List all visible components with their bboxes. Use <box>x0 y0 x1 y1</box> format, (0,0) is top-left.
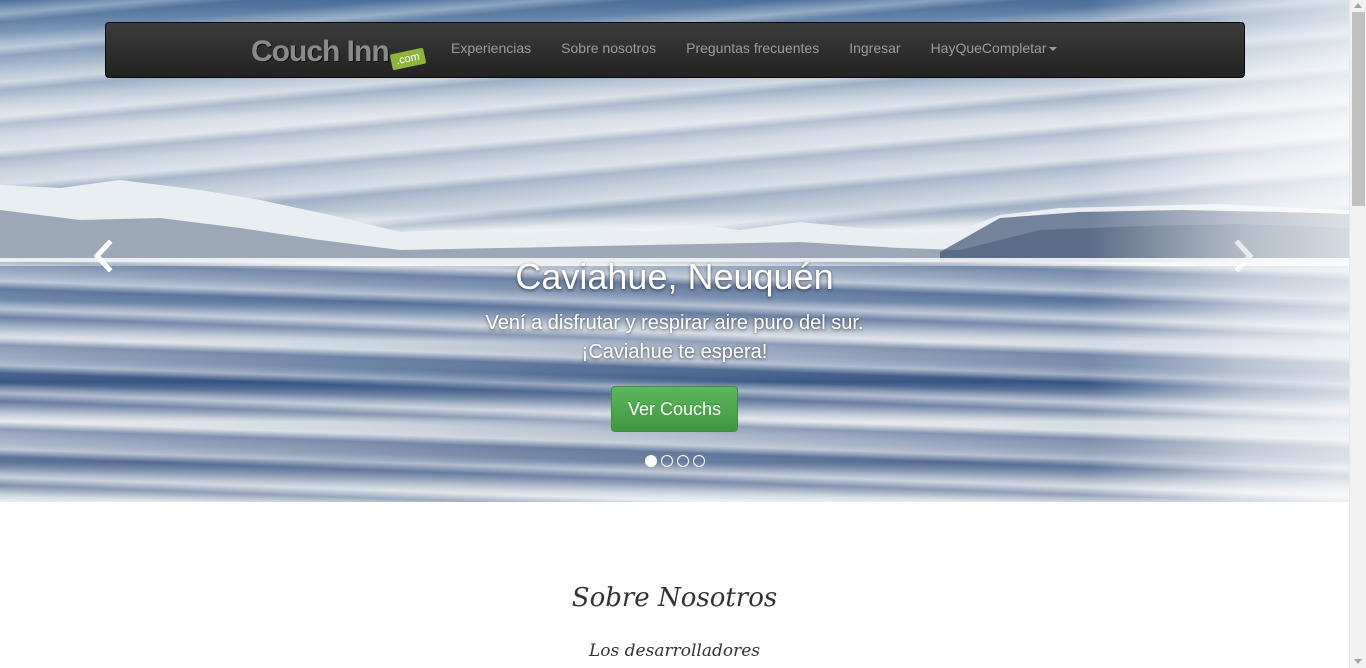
nav-ingresar[interactable]: Ingresar <box>834 23 915 77</box>
scroll-up-arrow-icon[interactable] <box>1354 3 1362 8</box>
section-subtitle: Los desarrolladores <box>589 641 760 661</box>
carousel-indicators <box>645 455 705 467</box>
nav-preguntas-frecuentes[interactable]: Preguntas frecuentes <box>671 23 834 77</box>
ver-couchs-button[interactable]: Ver Couchs <box>611 386 738 432</box>
carousel-indicator-3[interactable] <box>677 455 689 467</box>
top-navbar: Couch Inn .com Experiencias Sobre nosotr… <box>105 22 1245 78</box>
carousel-indicator-4[interactable] <box>693 455 705 467</box>
vertical-scrollbar[interactable] <box>1349 0 1366 668</box>
nav-sobre-nosotros[interactable]: Sobre nosotros <box>546 23 671 77</box>
carousel-text-line2: ¡Caviahue te espera! <box>581 341 768 363</box>
carousel-text-line1: Vení a disfrutar y respirar aire puro de… <box>485 312 864 334</box>
nav-dropdown-hayquecompletar[interactable]: HayQueCompletar <box>916 23 1072 77</box>
brand-text: Couch Inn <box>251 35 390 68</box>
nav-links: Experiencias Sobre nosotros Preguntas fr… <box>436 23 1072 77</box>
carousel-title: Caviahue, Neuquén <box>515 256 834 297</box>
carousel-indicator-1[interactable] <box>645 455 657 467</box>
scrollbar-thumb[interactable] <box>1352 12 1365 206</box>
nav-dropdown-label: HayQueCompletar <box>930 40 1047 56</box>
scroll-down-arrow-icon[interactable] <box>1354 659 1362 664</box>
carousel-indicator-2[interactable] <box>661 455 673 467</box>
brand-suffix: .com <box>389 47 426 71</box>
nav-experiencias[interactable]: Experiencias <box>436 23 546 77</box>
caret-down-icon <box>1048 47 1057 52</box>
section-title: Sobre Nosotros <box>571 583 778 613</box>
brand-logo[interactable]: Couch Inn .com <box>251 33 426 71</box>
